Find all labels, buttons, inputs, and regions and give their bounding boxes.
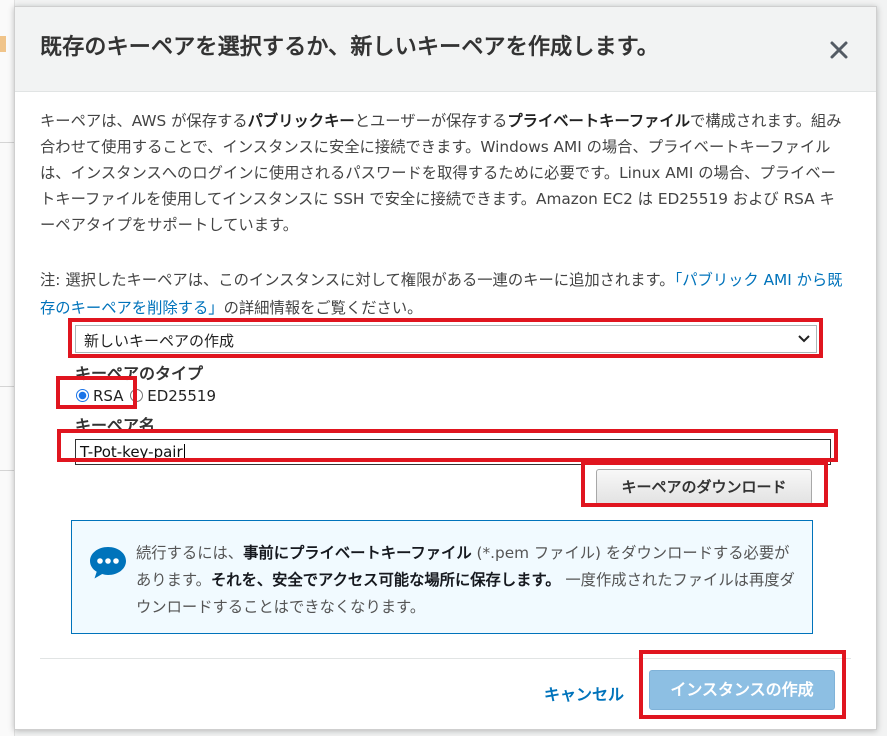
- chat-bubble-icon: [90, 547, 126, 579]
- info-alert: 続行するには、事前にプライベートキーファイル (*.pem ファイル) をダウン…: [71, 520, 813, 634]
- note-text: の詳細情報をご覧ください。: [223, 299, 423, 317]
- info-bold: それを、安全でアクセス可能な場所に保存します。: [210, 571, 561, 589]
- background-divider: [0, 470, 14, 471]
- dialog-note: 注: 選択したキーペアは、このインスタンスに対して権限がある一連のキーに追加され…: [40, 266, 850, 322]
- keypair-dialog: 既存のキーペアを選択するか、新しいキーペアを作成します。 キーペアは、AWS が…: [14, 6, 877, 730]
- close-icon: [830, 41, 848, 59]
- close-button[interactable]: [824, 35, 854, 65]
- dialog-title: 既存のキーペアを選択するか、新しいキーペアを作成します。: [40, 35, 659, 60]
- dialog-header: 既存のキーペアを選択するか、新しいキーペアを作成します。: [15, 7, 876, 92]
- keypair-select-value: 新しいキーペアの作成: [84, 332, 235, 350]
- description-text: とユーザーが保存する: [354, 112, 508, 130]
- background-divider: [0, 386, 14, 387]
- chevron-down-icon: [798, 335, 810, 343]
- keypair-type-radio-group: RSA ED25519: [76, 387, 218, 405]
- radio-rsa[interactable]: [76, 389, 89, 402]
- keypair-name-label: キーペア名: [75, 416, 156, 435]
- background-divider: [0, 142, 14, 143]
- background-accent: [0, 36, 6, 52]
- launch-instance-button[interactable]: インスタンスの作成: [649, 670, 835, 710]
- keypair-select[interactable]: 新しいキーペアの作成: [75, 325, 817, 353]
- download-keypair-button[interactable]: キーペアのダウンロード: [596, 469, 812, 505]
- footer-divider: [40, 658, 851, 659]
- text-caret: [183, 444, 185, 460]
- cancel-button[interactable]: キャンセル: [544, 681, 624, 705]
- radio-rsa-label[interactable]: RSA: [93, 387, 123, 405]
- radio-ed25519[interactable]: [130, 389, 144, 402]
- description-bold: プライベートキーファイル: [507, 112, 691, 130]
- info-bold: 事前にプライベートキーファイル: [243, 544, 472, 562]
- radio-ed25519-label[interactable]: ED25519: [147, 387, 216, 405]
- description-bold: パブリックキー: [247, 112, 355, 130]
- dialog-description: キーペアは、AWS が保存するパブリックキーとユーザーが保存するプライベートキー…: [40, 108, 850, 238]
- description-text: で構成されます。組み合わせて使用することで、インスタンスに安全に接続できます。W…: [40, 112, 842, 234]
- keypair-name-input[interactable]: T-Pot-key-pair: [75, 439, 831, 465]
- keypair-type-label: キーペアのタイプ: [75, 364, 204, 383]
- note-text: 注: 選択したキーペアは、このインスタンスに対して権限がある一連のキーに追加され…: [40, 271, 675, 289]
- info-alert-text: 続行するには、事前にプライベートキーファイル (*.pem ファイル) をダウン…: [136, 540, 800, 621]
- background-left-strip: [0, 0, 15, 736]
- description-text: キーペアは、AWS が保存する: [40, 112, 248, 130]
- info-text: 続行するには、: [136, 544, 244, 562]
- keypair-name-value: T-Pot-key-pair: [80, 443, 183, 461]
